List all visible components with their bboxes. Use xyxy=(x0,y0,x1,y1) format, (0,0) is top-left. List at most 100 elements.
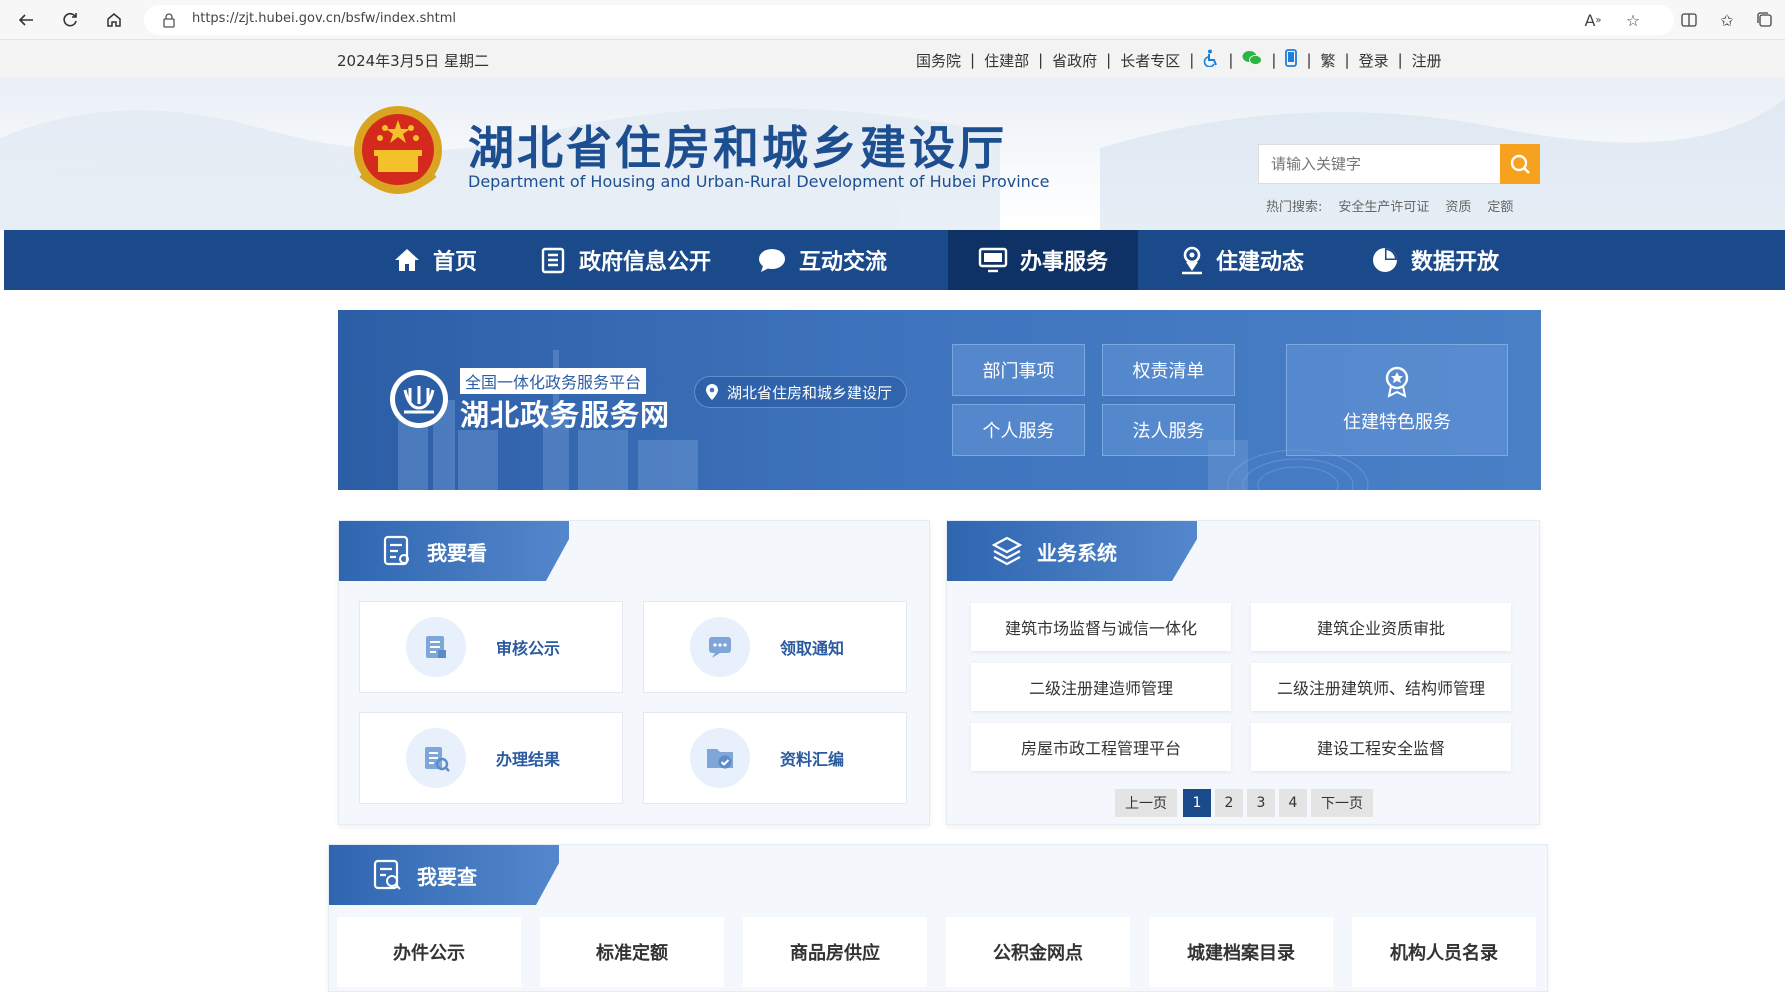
refresh-icon[interactable] xyxy=(56,6,84,34)
query-item[interactable]: 办件公示 xyxy=(337,917,521,987)
link-guowuyuan[interactable]: 国务院 xyxy=(916,50,961,71)
top-bar: 2024年3月5日 星期二 国务院 | 住建部 | 省政府 | 长者专区 | | | |… xyxy=(0,40,1785,78)
materials-card[interactable]: 资料汇编 xyxy=(643,712,907,804)
look-panel: 我要看 审核公示 领取通知 办理结果 资料汇编 xyxy=(338,520,930,825)
link-login[interactable]: 登录 xyxy=(1359,50,1389,71)
service-banner: 全国一体化政务服务平台 湖北政务服务网 湖北省住房和城乡建设厅 部门事项 权责清… xyxy=(338,310,1541,490)
banner-name: 湖北政务服务网 xyxy=(460,398,671,432)
page-button-4[interactable]: 4 xyxy=(1279,789,1307,817)
nav-label: 数据开放 xyxy=(1410,250,1499,275)
split-screen-icon[interactable] xyxy=(1676,8,1702,32)
system-link[interactable]: 建筑市场监督与诚信一体化 xyxy=(971,603,1231,651)
query-item[interactable]: 公积金网点 xyxy=(946,917,1130,987)
next-page-button[interactable]: 下一页 xyxy=(1311,789,1373,817)
hot-term[interactable]: 安全生产许可证 xyxy=(1338,196,1429,215)
result-card[interactable]: 办理结果 xyxy=(359,712,623,804)
pie-chart-icon xyxy=(1372,248,1397,272)
nav-label: 互动交流 xyxy=(798,250,887,275)
document-list-icon xyxy=(541,247,565,274)
date-text: 2024年3月5日 星期二 xyxy=(337,52,490,70)
browser-toolbar: https://zjt.hubei.gov.cn/bsfw/index.shtm… xyxy=(0,0,1785,40)
hot-search-label: 热门搜索: xyxy=(1266,200,1323,215)
link-elderly-zone[interactable]: 长者专区 xyxy=(1120,50,1180,71)
prev-page-button[interactable]: 上一页 xyxy=(1115,789,1177,817)
favorites-icon[interactable]: ✩ xyxy=(1714,8,1740,32)
card-label: 办理结果 xyxy=(496,750,561,769)
home-icon[interactable] xyxy=(100,6,128,34)
hot-term[interactable]: 资质 xyxy=(1445,196,1471,215)
search-icon xyxy=(1510,154,1530,174)
query-item[interactable]: 标准定额 xyxy=(540,917,724,987)
page-button-3[interactable]: 3 xyxy=(1247,789,1275,817)
link-traditional[interactable]: 繁 xyxy=(1321,50,1336,71)
page-button-2[interactable]: 2 xyxy=(1215,789,1243,817)
systems-panel-title: 业务系统 xyxy=(1037,540,1117,565)
wechat-icon[interactable] xyxy=(1242,50,1263,70)
search-input[interactable] xyxy=(1259,145,1500,183)
banner-tag: 全国一体化政务服务平台 xyxy=(460,368,647,394)
card-label: 领取通知 xyxy=(780,639,845,658)
query-item[interactable]: 机构人员名录 xyxy=(1352,917,1536,987)
system-link[interactable]: 建筑企业资质审批 xyxy=(1251,603,1511,651)
nav-label: 首页 xyxy=(432,250,477,275)
location-text: 湖北省住房和城乡建设厅 xyxy=(727,383,893,402)
lock-icon xyxy=(162,12,176,32)
system-link[interactable]: 二级注册建筑师、结构师管理 xyxy=(1251,663,1511,711)
hot-term[interactable]: 定额 xyxy=(1487,196,1513,215)
document-search-icon xyxy=(373,859,401,890)
nav-label: 办事服务 xyxy=(1019,250,1108,275)
look-panel-title: 我要看 xyxy=(427,540,487,565)
system-link[interactable]: 建设工程安全监督 xyxy=(1251,723,1511,771)
search-box xyxy=(1258,144,1500,184)
systems-panel: 业务系统 建筑市场监督与诚信一体化 建筑企业资质审批 二级注册建造师管理 二级注… xyxy=(946,520,1540,825)
mobile-icon[interactable] xyxy=(1285,49,1298,71)
nav-news[interactable]: 住建动态 xyxy=(1162,230,1322,290)
back-icon[interactable] xyxy=(12,6,40,34)
clipboard-search-icon xyxy=(406,728,466,788)
query-panel: 我要查 办件公示 标准定额 商品房供应 公积金网点 城建档案目录 机构人员名录 xyxy=(328,844,1548,992)
special-service-button[interactable]: 住建特色服务 xyxy=(1286,344,1508,456)
nav-services[interactable]: 办事服务 xyxy=(948,230,1138,290)
nav-interaction[interactable]: 互动交流 xyxy=(732,230,912,290)
system-link[interactable]: 房屋市政工程管理平台 xyxy=(971,723,1231,771)
home-icon xyxy=(394,249,419,271)
location-tag[interactable]: 湖北省住房和城乡建设厅 xyxy=(694,376,908,408)
system-link[interactable]: 二级注册建造师管理 xyxy=(971,663,1231,711)
query-item[interactable]: 城建档案目录 xyxy=(1149,917,1333,987)
monitor-icon xyxy=(978,247,1008,273)
personal-service-button[interactable]: 个人服务 xyxy=(952,404,1085,456)
query-panel-header: 我要查 xyxy=(329,845,559,905)
link-register[interactable]: 注册 xyxy=(1412,50,1442,71)
power-list-button[interactable]: 权责清单 xyxy=(1102,344,1235,396)
nav-gov-info[interactable]: 政府信息公开 xyxy=(530,230,720,290)
pickup-notice-card[interactable]: 领取通知 xyxy=(643,601,907,693)
query-item[interactable]: 商品房供应 xyxy=(743,917,927,987)
hubei-gov-service-logo xyxy=(388,368,450,430)
hot-search: 热门搜索: 安全生产许可证 资质 定额 xyxy=(1266,196,1513,215)
link-shengzhengfu[interactable]: 省政府 xyxy=(1052,50,1097,71)
link-zhujianbu[interactable]: 住建部 xyxy=(984,50,1029,71)
nav-open-data[interactable]: 数据开放 xyxy=(1350,230,1520,290)
read-aloud-icon[interactable]: A» xyxy=(1580,8,1606,32)
dept-items-button[interactable]: 部门事项 xyxy=(952,344,1085,396)
collections-icon[interactable] xyxy=(1752,8,1778,32)
site-header: 湖北省住房和城乡建设厅 Department of Housing and Ur… xyxy=(0,78,1785,230)
site-subtitle: Department of Housing and Urban-Rural De… xyxy=(468,172,1050,191)
systems-panel-header: 业务系统 xyxy=(947,521,1197,581)
folder-check-icon xyxy=(690,728,750,788)
legal-person-service-button[interactable]: 法人服务 xyxy=(1102,404,1235,456)
accessibility-icon[interactable] xyxy=(1203,49,1219,71)
main-nav: 首页 政府信息公开 互动交流 办事服务 住建动态 数据开放 xyxy=(4,230,1785,290)
address-bar[interactable]: https://zjt.hubei.gov.cn/bsfw/index.shtm… xyxy=(144,5,1674,35)
card-label: 资料汇编 xyxy=(780,750,845,769)
search-button[interactable] xyxy=(1500,144,1540,184)
nav-label: 政府信息公开 xyxy=(578,250,711,275)
nav-home[interactable]: 首页 xyxy=(370,230,500,290)
special-service-label: 住建特色服务 xyxy=(1343,412,1451,433)
page-button-1[interactable]: 1 xyxy=(1183,789,1211,817)
review-notice-card[interactable]: 审核公示 xyxy=(359,601,623,693)
national-emblem-logo xyxy=(352,104,444,200)
card-label: 审核公示 xyxy=(496,639,561,658)
message-icon xyxy=(690,617,750,677)
favorite-star-icon[interactable]: ☆ xyxy=(1620,8,1646,32)
